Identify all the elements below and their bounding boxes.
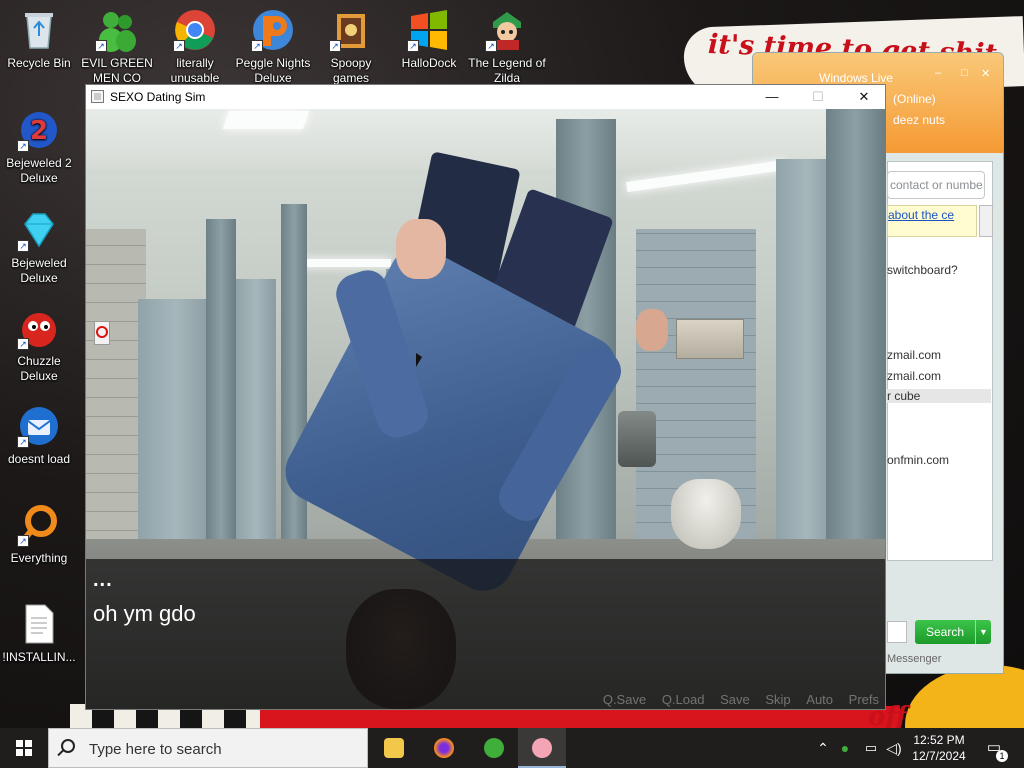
windows-start-icon bbox=[16, 740, 32, 756]
quick-menu: Q.Save Q.Load Save Skip Auto Prefs bbox=[591, 692, 879, 707]
peggle-icon: ↗ bbox=[251, 8, 295, 52]
messenger-title: Windows Live bbox=[819, 71, 894, 85]
messenger-icon bbox=[484, 738, 504, 758]
spoopy-icon: ↗ bbox=[329, 8, 373, 52]
taskbar-app-dating-sim[interactable] bbox=[518, 728, 566, 768]
prefs-button[interactable]: Prefs bbox=[849, 692, 879, 707]
contact-item[interactable]: zmail.com bbox=[887, 369, 941, 383]
folder-icon bbox=[384, 738, 404, 758]
desktop-icon-doesnt-load[interactable]: ↗ doesnt load bbox=[0, 404, 78, 467]
messenger-footer-label: Messenger bbox=[887, 653, 942, 665]
game-scene[interactable]: ... oh ym gdo Q.Save Q.Load Save Skip Au… bbox=[86, 109, 885, 709]
mouse-cursor-icon bbox=[416, 353, 422, 367]
speaker-name: ... bbox=[93, 569, 113, 591]
contact-item[interactable]: switchboard? bbox=[887, 263, 958, 277]
notification-count: 1 bbox=[996, 750, 1008, 762]
document-icon bbox=[17, 602, 61, 646]
maximize-icon[interactable]: □ bbox=[961, 67, 968, 79]
desktop-icon-recycle-bin[interactable]: Recycle Bin bbox=[0, 8, 78, 71]
dialogue-box[interactable]: ... oh ym gdo Q.Save Q.Load Save Skip Au… bbox=[86, 559, 885, 709]
notification-icon[interactable]: ▭ 1 bbox=[980, 728, 1008, 768]
desktop-icon-peggle[interactable]: ↗ Peggle Nights Deluxe bbox=[234, 8, 312, 86]
messenger-search-button[interactable]: Search bbox=[915, 620, 975, 644]
taskbar-app-firefox[interactable] bbox=[420, 728, 468, 768]
everything-icon: ↗ bbox=[17, 503, 61, 547]
desktop-icon-literally-unusable[interactable]: ↗ literally unusable bbox=[156, 8, 234, 86]
stall-post bbox=[826, 109, 885, 609]
quick-load-button[interactable]: Q.Load bbox=[662, 692, 705, 707]
tile-wall-left bbox=[86, 229, 146, 549]
desktop-icon-bejeweled-2[interactable]: 2 ↗ Bejeweled 2 Deluxe bbox=[0, 108, 78, 186]
desktop-icon-chuzzle[interactable]: ↗ Chuzzle Deluxe bbox=[0, 306, 78, 384]
zilda-icon: ↗ bbox=[485, 8, 529, 52]
clock[interactable]: 12:52 PM 12/7/2024 bbox=[908, 732, 970, 764]
desktop-icon-installing[interactable]: !INSTALLIN... bbox=[0, 602, 78, 665]
start-button[interactable] bbox=[0, 728, 48, 768]
messenger-search-input[interactable]: contact or numbe bbox=[887, 171, 985, 199]
desktop-icon-spoopy-games[interactable]: ↗ Spoopy games bbox=[312, 8, 390, 86]
firefox-icon bbox=[434, 738, 454, 758]
search-icon bbox=[61, 739, 75, 753]
save-button[interactable]: Save bbox=[720, 692, 750, 707]
messenger-notice-scrollbar[interactable] bbox=[979, 205, 993, 237]
chrome-icon: ↗ bbox=[173, 8, 217, 52]
contact-item[interactable]: onfmin.com bbox=[887, 453, 949, 467]
taskbar-app-file-explorer[interactable] bbox=[370, 728, 418, 768]
clock-date: 12/7/2024 bbox=[912, 749, 966, 763]
quick-save-button[interactable]: Q.Save bbox=[603, 692, 646, 707]
ceiling-light bbox=[222, 111, 310, 129]
desktop-icon-evil-green-men[interactable]: ↗ EVIL GREEN MEN CO bbox=[78, 8, 156, 86]
windows-logo-icon: ↗ bbox=[407, 8, 451, 52]
green-men-icon: ↗ bbox=[95, 8, 139, 52]
close-button[interactable]: ✕ bbox=[841, 85, 887, 109]
taskbar-app-messenger[interactable] bbox=[470, 728, 518, 768]
taskbar: Type here to search ⌃ ● ▭ ◁) 12:52 PM 12… bbox=[0, 728, 1024, 768]
taskbar-search-placeholder: Type here to search bbox=[89, 741, 222, 758]
no-smoking-icon bbox=[94, 321, 110, 345]
messenger-status[interactable]: (Online) bbox=[893, 92, 936, 106]
minimize-icon[interactable]: – bbox=[935, 67, 941, 79]
recycle-bin-icon bbox=[17, 8, 61, 52]
game-window-title: SEXO Dating Sim bbox=[110, 90, 206, 104]
bejeweled2-icon: 2 ↗ bbox=[17, 108, 61, 152]
dating-sim-icon bbox=[532, 738, 552, 758]
chevron-up-icon[interactable]: ⌃ bbox=[814, 728, 832, 768]
thunderbird-icon: ↗ bbox=[17, 404, 61, 448]
volume-icon[interactable]: ◁) bbox=[884, 728, 904, 768]
game-window[interactable]: SEXO Dating Sim — ☐ ✕ ... oh ym gdo Q.Sa… bbox=[85, 84, 886, 710]
toilet-tank bbox=[676, 319, 744, 359]
network-icon[interactable]: ▭ bbox=[860, 728, 882, 768]
minimize-button[interactable]: — bbox=[749, 85, 795, 109]
clock-time: 12:52 PM bbox=[913, 733, 965, 747]
chuzzle-icon: ↗ bbox=[17, 306, 61, 350]
stall-door bbox=[138, 299, 213, 539]
game-titlebar[interactable]: SEXO Dating Sim — ☐ ✕ bbox=[86, 85, 885, 109]
skip-button[interactable]: Skip bbox=[765, 692, 790, 707]
chevron-down-icon[interactable]: ▼ bbox=[975, 620, 991, 644]
contact-item[interactable]: zmail.com bbox=[887, 348, 941, 362]
maximize-button[interactable]: ☐ bbox=[795, 85, 841, 109]
messenger-display-name[interactable]: deez nuts bbox=[893, 113, 945, 127]
svg-text:2: 2 bbox=[30, 116, 48, 146]
contact-item[interactable]: r cube bbox=[887, 389, 991, 403]
diamond-icon: ↗ bbox=[17, 208, 61, 252]
messenger-notice-link[interactable]: about the ce bbox=[887, 205, 977, 237]
close-icon[interactable]: ✕ bbox=[981, 67, 990, 80]
taskbar-search-box[interactable]: Type here to search bbox=[48, 728, 368, 768]
messenger-tray-icon[interactable]: ● bbox=[836, 728, 854, 768]
desktop-icon-bejeweled[interactable]: ↗ Bejeweled Deluxe bbox=[0, 208, 78, 286]
desktop-icon-everything[interactable]: ↗ Everything bbox=[0, 503, 78, 566]
desktop-icon-hallodock[interactable]: ↗ HalloDock bbox=[390, 8, 468, 71]
auto-button[interactable]: Auto bbox=[806, 692, 833, 707]
toilet-icon bbox=[671, 479, 741, 549]
wallpaper-yellow-shape bbox=[905, 665, 1024, 728]
dialogue-text: oh ym gdo bbox=[93, 601, 196, 626]
stall-post bbox=[206, 219, 236, 549]
app-icon bbox=[91, 90, 104, 103]
desktop-icon-legend-of-zilda[interactable]: ↗ The Legend of Zilda bbox=[468, 8, 546, 86]
messenger-footer-input[interactable] bbox=[887, 621, 907, 643]
